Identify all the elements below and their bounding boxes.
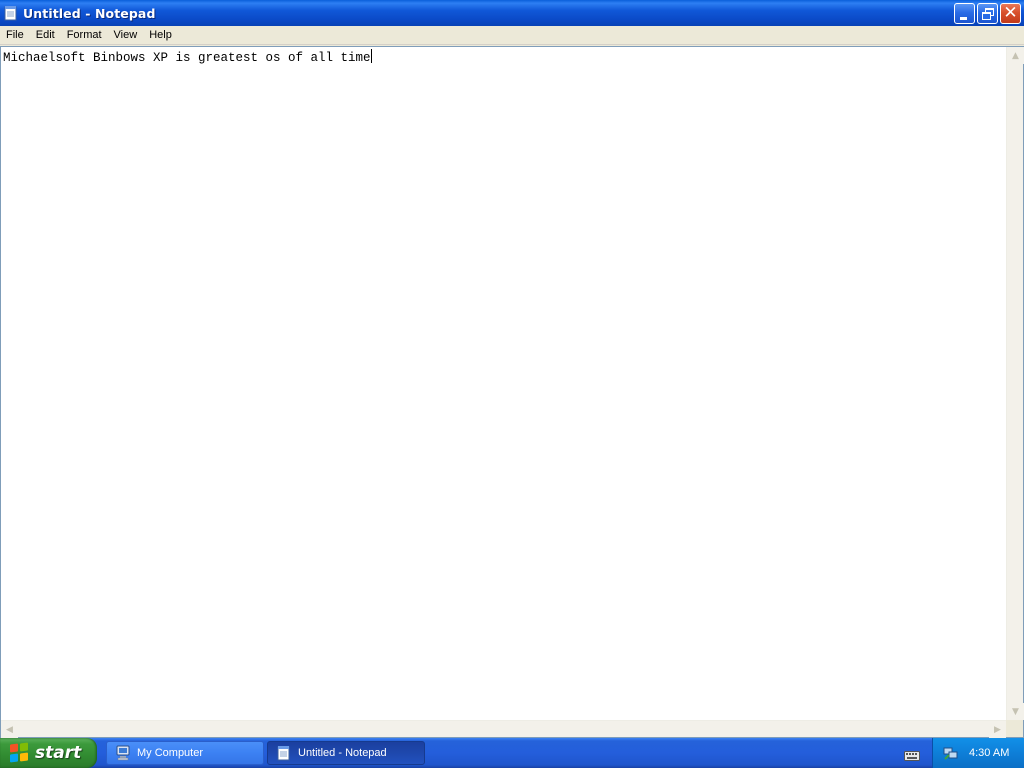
chevron-up-icon: ▲ [1012,50,1019,61]
taskbar: start My Computer Untitled - Notepad 4:3… [0,738,1024,768]
scroll-up-button[interactable]: ▲ [1007,47,1024,64]
my-computer-icon [115,745,131,761]
scroll-right-button[interactable]: ▶ [989,721,1006,738]
close-button[interactable]: ✕ [1000,3,1021,24]
taskbar-button-notepad[interactable]: Untitled - Notepad [267,741,425,765]
menu-view[interactable]: View [108,27,144,44]
scroll-left-button[interactable]: ◀ [1,721,18,738]
taskbar-label-my-computer: My Computer [137,747,204,759]
keyboard-icon[interactable] [904,747,920,761]
menu-help[interactable]: Help [143,27,178,44]
network-icon[interactable] [943,745,959,761]
minimize-icon [960,17,967,20]
horizontal-scrollbar[interactable]: ◀ ▶ [1,720,1006,738]
clock[interactable]: 4:30 AM [969,747,1009,759]
chevron-right-icon: ▶ [994,724,1001,735]
title-bar[interactable]: Untitled - Notepad ✕ [0,0,1024,26]
system-tray: 4:30 AM [932,738,1024,768]
taskbar-label-notepad: Untitled - Notepad [298,747,387,759]
menu-file[interactable]: File [0,27,30,44]
minimize-button[interactable] [954,3,975,24]
scroll-down-button[interactable]: ▼ [1007,703,1024,720]
chevron-left-icon: ◀ [6,724,13,735]
size-grip[interactable] [1006,720,1023,737]
menu-format[interactable]: Format [61,27,108,44]
windows-logo-icon [10,742,30,763]
notepad-icon [276,745,292,761]
editor-frame: Michaelsoft Binbows XP is greatest os of… [0,46,1024,738]
menu-bar: File Edit Format View Help [0,26,1024,45]
text-editor[interactable]: Michaelsoft Binbows XP is greatest os of… [1,47,1006,720]
notepad-icon [4,5,18,21]
window-title: Untitled - Notepad [23,5,156,21]
restore-button[interactable] [977,3,998,24]
start-button[interactable]: start [0,738,97,768]
start-label: start [35,743,82,763]
chevron-down-icon: ▼ [1012,706,1019,717]
taskbar-button-my-computer[interactable]: My Computer [106,741,264,765]
menu-edit[interactable]: Edit [30,27,61,44]
editor-text: Michaelsoft Binbows XP is greatest os of… [3,51,371,65]
text-caret [370,49,372,63]
vertical-scrollbar[interactable]: ▲ ▼ [1006,47,1024,720]
close-icon: ✕ [1003,3,1018,23]
